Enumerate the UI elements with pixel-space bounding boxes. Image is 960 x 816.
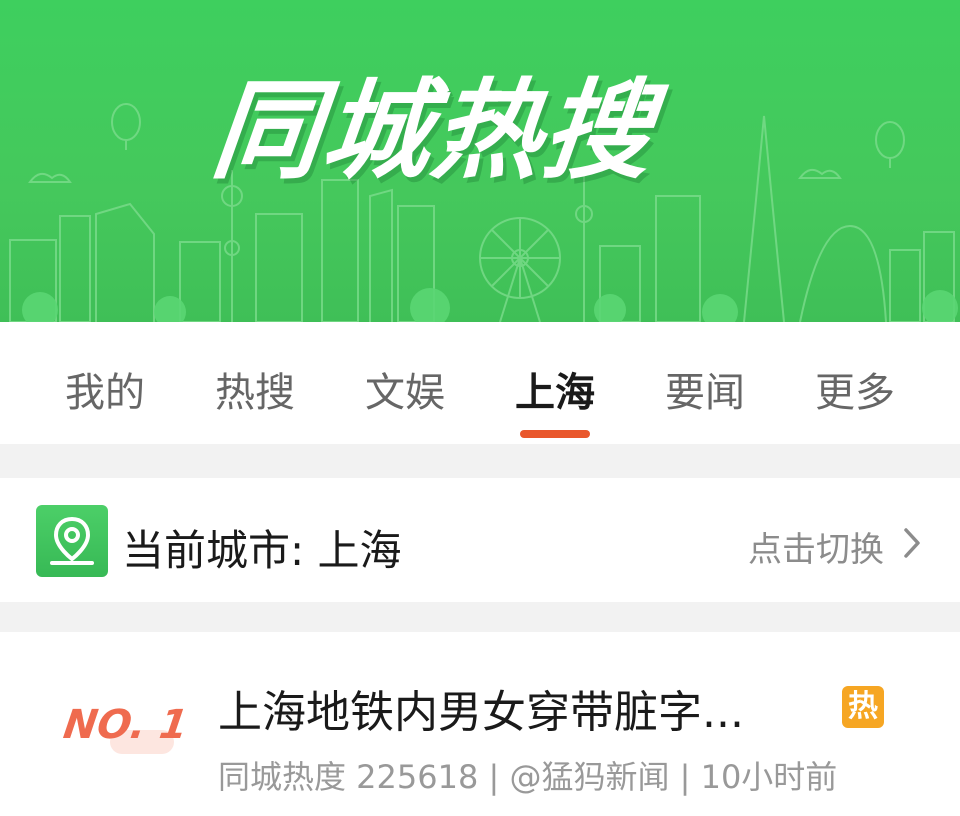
news-title[interactable]: 上海地铁内男女穿带脏字... (218, 676, 834, 740)
hot-search-banner: 同城热搜 (0, 0, 960, 322)
news-meta: 同城热度 225618 | @猛犸新闻 | 10小时前 (218, 758, 838, 796)
chevron-right-icon[interactable] (900, 526, 924, 560)
hot-badge: 热 (842, 686, 884, 728)
tab-headlines[interactable]: 要闻 (630, 360, 780, 418)
switch-city-link[interactable]: 点击切换 (748, 522, 884, 571)
section-divider (0, 602, 960, 632)
tab-hot-search[interactable]: 热搜 (180, 360, 330, 418)
banner-title: 同城热搜 (206, 69, 660, 194)
section-divider (0, 444, 960, 478)
tab-entertainment[interactable]: 文娱 (330, 360, 480, 418)
current-city-label: 当前城市: 上海 (122, 526, 402, 575)
tab-shanghai[interactable]: 上海 (480, 360, 630, 418)
tab-more[interactable]: 更多 (780, 360, 930, 418)
tab-mine[interactable]: 我的 (30, 360, 180, 418)
location-pin-icon (36, 505, 108, 577)
active-tab-indicator (520, 430, 590, 438)
rank-number: NO. 1 (60, 702, 191, 748)
